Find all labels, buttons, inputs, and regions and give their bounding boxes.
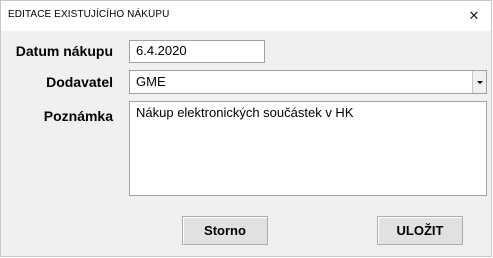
supplier-label: Dodavatel <box>46 74 113 90</box>
dialog-body: Datum nákupu 6.4.2020 Dodavatel GME Pozn… <box>1 31 491 256</box>
cancel-button[interactable]: Storno <box>182 216 268 245</box>
date-field[interactable]: 6.4.2020 <box>129 40 265 63</box>
note-textarea[interactable]: Nákup elektronických součástek v HK <box>129 101 487 196</box>
window-title: EDITACE EXISTUJÍCÍHO NÁKUPU <box>8 9 170 20</box>
chevron-down-icon[interactable] <box>472 71 486 93</box>
close-icon[interactable]: ✕ <box>457 1 491 31</box>
dialog-window: EDITACE EXISTUJÍCÍHO NÁKUPU ✕ Datum náku… <box>0 0 492 257</box>
supplier-value: GME <box>136 74 166 89</box>
date-label: Datum nákupu <box>15 43 113 59</box>
save-button[interactable]: ULOŽIT <box>377 216 463 245</box>
note-label: Poznámka <box>43 108 113 124</box>
title-bar: EDITACE EXISTUJÍCÍHO NÁKUPU ✕ <box>1 1 491 31</box>
supplier-select[interactable]: GME <box>129 70 487 94</box>
